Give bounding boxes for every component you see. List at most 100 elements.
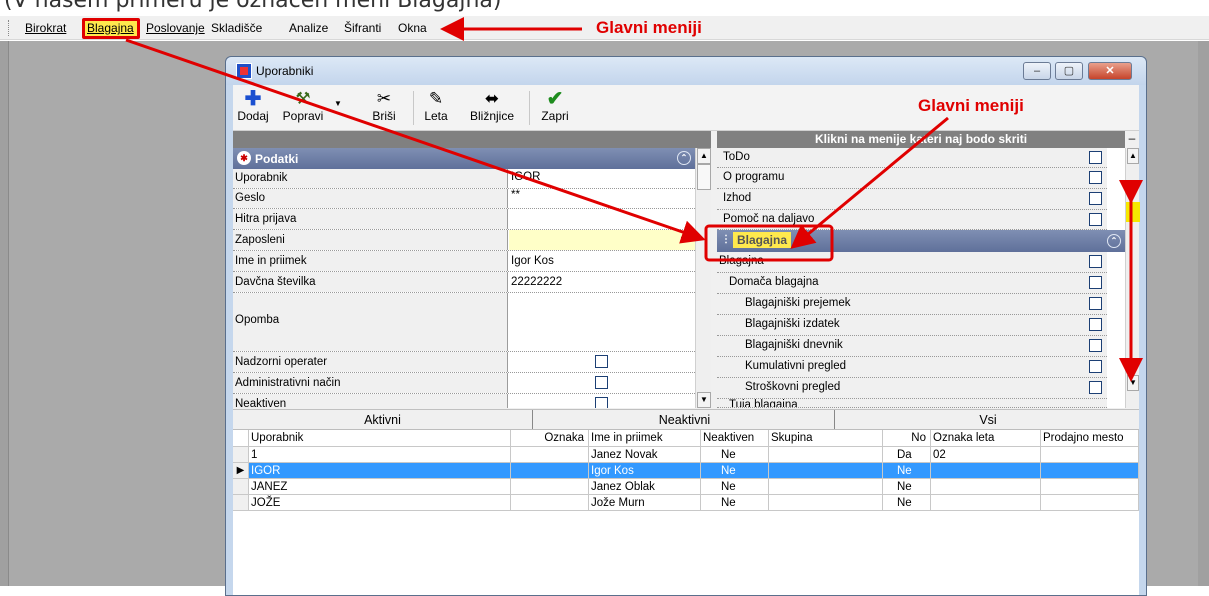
table-cell[interactable] xyxy=(931,495,1041,511)
table-cell[interactable]: Da xyxy=(883,447,931,463)
menu-skladisce[interactable]: Skladišče xyxy=(211,21,262,35)
menu-birokrat[interactable]: Birokrat xyxy=(25,21,66,35)
table-cell[interactable] xyxy=(769,463,883,479)
table-cell[interactable]: Ne xyxy=(701,495,769,511)
shortcuts-button[interactable]: ⬌ Bližnjice xyxy=(461,89,523,123)
table-cell[interactable]: Ne xyxy=(883,463,931,479)
menu-row[interactable]: Blagajniški dnevnik xyxy=(717,336,1107,357)
menu-row-checkbox[interactable] xyxy=(1089,276,1102,289)
menu-poslovanje[interactable]: Poslovanje xyxy=(146,21,205,35)
scroll-up-icon[interactable]: ▲ xyxy=(1127,148,1139,164)
years-button[interactable]: ✎ Leta xyxy=(419,89,453,123)
dropdown-arrow-icon[interactable]: ▼ xyxy=(679,234,688,244)
table-cell[interactable]: Janez Oblak xyxy=(589,479,701,495)
full-name-value[interactable]: Igor Kos xyxy=(509,251,695,271)
table-cell[interactable]: Janez Novak xyxy=(589,447,701,463)
column-header[interactable]: No xyxy=(883,430,931,447)
column-header[interactable]: Oznaka leta xyxy=(931,430,1041,447)
edit-dropdown-arrow[interactable]: ▼ xyxy=(333,99,343,108)
table-cell[interactable]: JANEZ xyxy=(249,479,511,495)
close-button[interactable]: ✕ xyxy=(1088,62,1132,80)
table-cell[interactable]: 02 xyxy=(931,447,1041,463)
row-header[interactable] xyxy=(233,495,249,511)
table-cell[interactable] xyxy=(931,463,1041,479)
table-cell[interactable]: Ne xyxy=(883,495,931,511)
tab-vsi[interactable]: Vsi xyxy=(837,410,1139,430)
menu-row[interactable]: Tujа blagajna xyxy=(717,399,1107,408)
table-cell[interactable]: Ne xyxy=(701,463,769,479)
delete-button[interactable]: ✂ Briši xyxy=(367,89,401,123)
employee-dropdown[interactable] xyxy=(509,230,695,250)
property-row[interactable]: Hitra prijava xyxy=(233,209,695,230)
close-window-button[interactable]: ✔ Zapri xyxy=(535,89,575,123)
inactive-checkbox[interactable] xyxy=(595,397,608,408)
table-cell[interactable]: Ne xyxy=(883,479,931,495)
menu-sifranti[interactable]: Šifranti xyxy=(344,21,381,35)
admin-mode-checkbox[interactable] xyxy=(595,376,608,389)
property-row[interactable]: Neaktiven xyxy=(233,394,695,408)
menu-row[interactable]: Blagajna xyxy=(717,252,1107,273)
scroll-up-icon[interactable]: ▲ xyxy=(697,148,711,164)
menu-row[interactable]: Pomoč na daljavo xyxy=(717,210,1107,230)
tab-neaktivni[interactable]: Neaktivni xyxy=(535,410,835,430)
menu-okna[interactable]: Okna xyxy=(398,21,427,35)
menu-row-checkbox[interactable] xyxy=(1089,339,1102,352)
table-cell[interactable]: IGOR xyxy=(249,463,511,479)
table-cell[interactable] xyxy=(1041,447,1139,463)
property-row[interactable]: Nadzorni operater xyxy=(233,352,695,373)
menu-row[interactable]: Stroškovni pregled xyxy=(717,378,1107,399)
table-cell[interactable]: Ne xyxy=(701,479,769,495)
maximize-button[interactable]: ▢ xyxy=(1055,62,1083,80)
property-grid-scrollbar[interactable]: ▲ ▼ xyxy=(695,148,711,408)
menu-row-checkbox[interactable] xyxy=(1089,151,1102,164)
scroll-thumb[interactable] xyxy=(697,164,711,190)
table-cell[interactable] xyxy=(769,495,883,511)
menu-row[interactable]: Domača blagajna xyxy=(717,273,1107,294)
table-cell[interactable] xyxy=(1041,463,1139,479)
menu-row[interactable]: Blagajniški prejemek xyxy=(717,294,1107,315)
scroll-down-icon[interactable]: ▼ xyxy=(697,392,711,408)
edit-button[interactable]: ⚒ Popravi xyxy=(275,89,331,123)
table-cell[interactable]: Jože Murn xyxy=(589,495,701,511)
menu-row-checkbox[interactable] xyxy=(1089,360,1102,373)
menu-row[interactable]: ToDo xyxy=(717,148,1107,168)
menu-row-checkbox[interactable] xyxy=(1089,255,1102,268)
menu-row-checkbox[interactable] xyxy=(1089,297,1102,310)
property-row[interactable]: Zaposleni ▼ xyxy=(233,230,695,251)
minimize-button[interactable]: – xyxy=(1023,62,1051,80)
menu-row-checkbox[interactable] xyxy=(1089,381,1102,394)
menu-category-blagajna[interactable]: ⋮ Blagajna ⌃ xyxy=(717,230,1125,252)
table-cell[interactable] xyxy=(511,479,589,495)
property-row[interactable]: Davčna številka 22222222 xyxy=(233,272,695,293)
property-row[interactable]: Administrativni način xyxy=(233,373,695,394)
column-header[interactable]: Oznaka xyxy=(511,430,589,447)
menubar-grip[interactable] xyxy=(8,20,11,36)
table-cell[interactable] xyxy=(1041,495,1139,511)
supervisor-checkbox[interactable] xyxy=(595,355,608,368)
table-cell[interactable] xyxy=(511,447,589,463)
table-cell[interactable] xyxy=(931,479,1041,495)
tab-aktivni[interactable]: Aktivni xyxy=(233,410,533,430)
column-header[interactable]: Uporabnik xyxy=(249,430,511,447)
table-cell[interactable]: Igor Kos xyxy=(589,463,701,479)
table-cell[interactable] xyxy=(769,479,883,495)
column-header[interactable]: Skupina xyxy=(769,430,883,447)
table-cell[interactable] xyxy=(1041,479,1139,495)
menu-row-checkbox[interactable] xyxy=(1089,213,1102,226)
table-cell[interactable]: 1 xyxy=(249,447,511,463)
menu-panel-scrollbar[interactable]: ▲ ▼ xyxy=(1125,148,1140,408)
collapse-icon[interactable]: ⌃ xyxy=(677,151,691,165)
property-row[interactable]: Geslo ** xyxy=(233,189,695,209)
row-header[interactable] xyxy=(233,447,249,463)
table-cell[interactable]: JOŽE xyxy=(249,495,511,511)
menu-row-checkbox[interactable] xyxy=(1089,318,1102,331)
menu-row[interactable]: O programu xyxy=(717,168,1107,189)
property-row[interactable]: Uporabnik IGOR xyxy=(233,169,695,189)
menu-row[interactable]: Kumulativni pregled xyxy=(717,357,1107,378)
note-value[interactable] xyxy=(509,293,695,351)
column-header[interactable]: Ime in priimek xyxy=(589,430,701,447)
table-cell[interactable] xyxy=(769,447,883,463)
panel-collapse-button[interactable]: – xyxy=(1125,131,1139,148)
property-row[interactable]: Opomba xyxy=(233,293,695,352)
table-cell[interactable] xyxy=(511,495,589,511)
